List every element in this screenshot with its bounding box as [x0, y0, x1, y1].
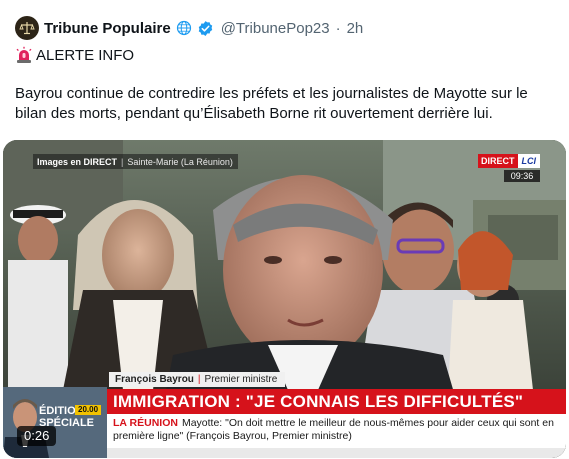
speaker-title: Premier ministre	[204, 374, 278, 385]
speaker-name: François Bayrou	[115, 374, 194, 385]
ticker-bottom-bar	[107, 448, 566, 458]
broadcast-clock: 09:36	[504, 170, 540, 182]
display-name[interactable]: Tribune Populaire	[44, 20, 171, 37]
tweet-header: Tribune Populaire @TribunePop23 · 2h	[44, 17, 363, 39]
verified-badge-icon	[198, 20, 212, 36]
globe-icon	[176, 20, 191, 36]
alert-line: ALERTE INFO	[15, 44, 134, 66]
subtitle-ticker: LA RÉUNION Mayotte: "On doit mettre le me…	[107, 414, 566, 448]
tweet-card[interactable]: Tribune Populaire @TribunePop23 · 2h ALE…	[0, 0, 569, 459]
user-handle[interactable]: @TribunePop23	[221, 20, 330, 37]
speaker-separator: |	[197, 374, 201, 385]
timestamp[interactable]: 2h	[347, 20, 364, 37]
direct-label: DIRECT	[478, 154, 518, 168]
subtitle-region: LA RÉUNION	[113, 417, 178, 429]
channel-badge: DIRECT LCI	[478, 154, 540, 168]
separator-dot: ·	[335, 19, 341, 37]
live-separator: |	[121, 156, 124, 167]
live-caption: Images en DIRECT | Sainte-Marie (La Réun…	[33, 154, 238, 169]
live-location: Sainte-Marie (La Réunion)	[127, 156, 233, 167]
rotating-light-icon	[16, 46, 32, 63]
program-thumbnail: ÉDITION SPÉCIALE 20.00	[3, 387, 107, 458]
headline-banner: IMMIGRATION : "JE CONNAIS LES DIFFICULTÉ…	[107, 389, 566, 414]
subtitle-text: Mayotte: "On doit mettre le meilleur de …	[113, 417, 554, 442]
scales-avatar-icon	[19, 22, 35, 35]
alert-label: ALERTE INFO	[36, 46, 135, 64]
thumbnail-hour: 20.00	[75, 405, 102, 415]
speaker-lower-third: François Bayrou | Premier ministre	[109, 372, 286, 387]
lci-logo: LCI	[517, 154, 540, 168]
live-label: Images en DIRECT	[37, 156, 118, 167]
tweet-text: Bayrou continue de contredire les préfet…	[15, 85, 528, 122]
video-duration[interactable]: 0:26	[17, 426, 57, 446]
avatar[interactable]	[15, 16, 39, 40]
video-player[interactable]: Images en DIRECT | Sainte-Marie (La Réun…	[3, 140, 566, 458]
